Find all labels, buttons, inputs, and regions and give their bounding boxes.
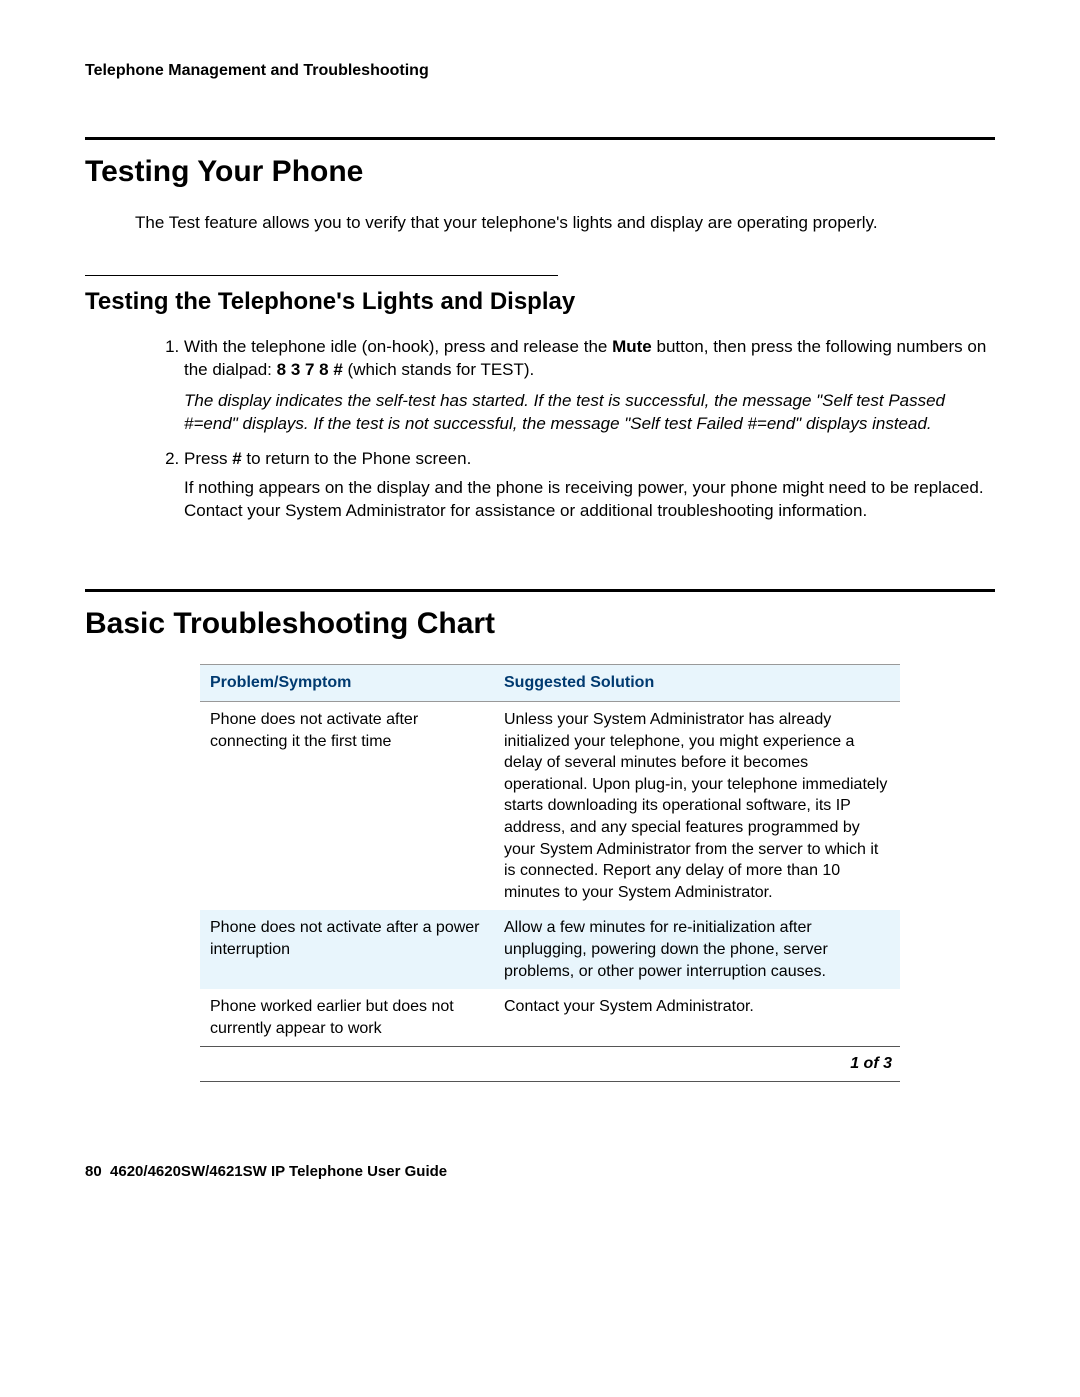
step2-text-a: Press <box>184 449 232 468</box>
step1-text-c: (which stands for TEST). <box>343 360 534 379</box>
running-header: Telephone Management and Troubleshooting <box>85 60 995 82</box>
cell-solution: Allow a few minutes for re-initializatio… <box>494 910 900 989</box>
table-row: Phone does not activate after connecting… <box>200 702 900 911</box>
subsection-title: Testing the Telephone's Lights and Displ… <box>85 286 995 318</box>
step1-result: The display indicates the self-test has … <box>184 390 995 436</box>
section-rule <box>85 137 995 140</box>
col-solution: Suggested Solution <box>494 665 900 702</box>
section-intro: The Test feature allows you to verify th… <box>135 212 995 235</box>
table-row: Phone does not activate after a power in… <box>200 910 900 989</box>
steps-list: With the telephone idle (on-hook), press… <box>160 336 995 523</box>
step-2: Press # to return to the Phone screen. I… <box>184 448 995 523</box>
troubleshooting-table: Problem/Symptom Suggested Solution Phone… <box>200 664 900 1046</box>
cell-problem: Phone does not activate after connecting… <box>200 702 494 911</box>
section-rule-2 <box>85 589 995 592</box>
page-number: 80 <box>85 1163 102 1180</box>
step-1: With the telephone idle (on-hook), press… <box>184 336 995 436</box>
table-row: Phone worked earlier but does not curren… <box>200 989 900 1046</box>
step2-text-b: to return to the Phone screen. <box>242 449 472 468</box>
page-footer: 80 4620/4620SW/4621SW IP Telephone User … <box>85 1162 995 1182</box>
cell-problem: Phone worked earlier but does not curren… <box>200 989 494 1046</box>
step2-followup: If nothing appears on the display and th… <box>184 477 995 523</box>
step1-text-a: With the telephone idle (on-hook), press… <box>184 337 612 356</box>
cell-problem: Phone does not activate after a power in… <box>200 910 494 989</box>
section-title-chart: Basic Troubleshooting Chart <box>85 604 995 645</box>
table-pager: 1 of 3 <box>200 1046 900 1082</box>
dial-code: 8 3 7 8 # <box>277 360 343 379</box>
col-problem: Problem/Symptom <box>200 665 494 702</box>
hash-key: # <box>232 449 241 468</box>
mute-label: Mute <box>612 337 652 356</box>
subsection-rule <box>85 275 558 276</box>
section-title-testing: Testing Your Phone <box>85 152 995 193</box>
cell-solution: Unless your System Administrator has alr… <box>494 702 900 911</box>
cell-solution: Contact your System Administrator. <box>494 989 900 1046</box>
guide-title: 4620/4620SW/4621SW IP Telephone User Gui… <box>110 1163 447 1180</box>
